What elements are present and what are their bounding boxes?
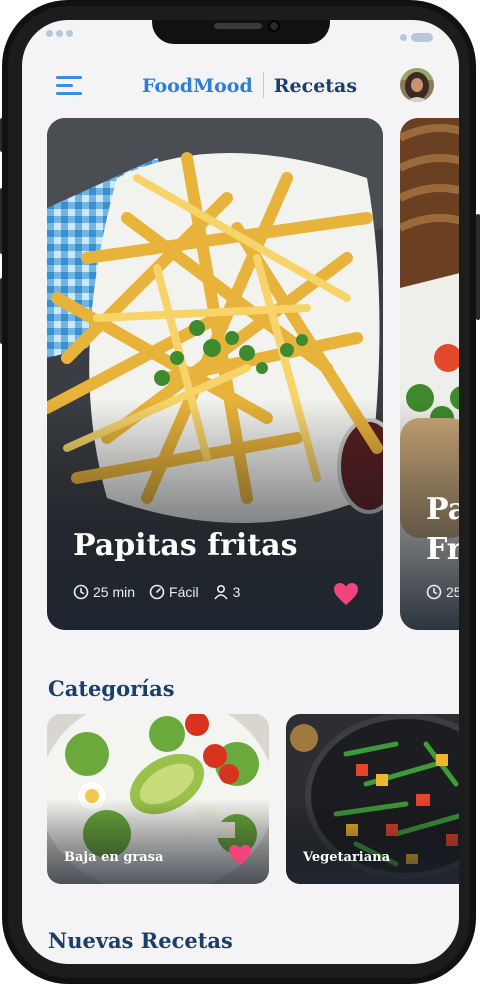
- featured-recipe-card-next[interactable]: Pa Fr 25: [400, 118, 459, 630]
- clock-icon: [73, 584, 89, 600]
- avatar[interactable]: [400, 68, 434, 102]
- recipe-meta: 25 min Fácil 3: [73, 584, 240, 600]
- favorite-heart-icon[interactable]: [333, 582, 359, 606]
- speaker-grille: [214, 23, 262, 29]
- recipe-time-next: 25: [446, 584, 459, 600]
- category-card-vegetarian[interactable]: Vegetariana: [286, 714, 459, 884]
- recipe-servings: 3: [232, 584, 241, 600]
- front-camera: [268, 20, 280, 32]
- user-icon: [213, 584, 228, 600]
- categories-heading: Categorías: [48, 676, 175, 701]
- status-signal-icon: [46, 30, 76, 37]
- clock-icon: [426, 584, 442, 600]
- featured-recipe-card[interactable]: Papitas fritas 25 min Fácil 3: [47, 118, 383, 630]
- gauge-icon: [149, 584, 165, 600]
- brand-divider: [262, 72, 264, 98]
- category-label: Baja en grasa: [64, 850, 164, 865]
- recipe-title-next: Pa Fr: [426, 492, 459, 567]
- brand-name: FoodMood: [142, 75, 253, 97]
- category-card-low-fat[interactable]: Baja en grasa: [47, 714, 269, 884]
- recipe-difficulty: Fácil: [169, 584, 199, 600]
- phone-notch: [152, 20, 330, 44]
- app-brand: FoodMood Recetas: [142, 72, 357, 102]
- brand-section: Recetas: [273, 75, 358, 97]
- status-battery-icon: [400, 29, 433, 47]
- category-label: Vegetariana: [303, 850, 391, 865]
- app-header: FoodMood Recetas: [22, 66, 459, 106]
- recipe-meta-next: 25: [426, 584, 459, 600]
- recipe-title: Papitas fritas: [73, 528, 298, 563]
- new-recipes-heading: Nuevas Recetas: [48, 928, 233, 953]
- app-screen: FoodMood Recetas Papitas fritas 25 min F…: [22, 20, 459, 964]
- recipe-time: 25 min: [93, 584, 136, 600]
- phone-side-button-right: [476, 214, 480, 320]
- menu-icon[interactable]: [56, 74, 84, 98]
- favorite-heart-icon[interactable]: [228, 844, 252, 866]
